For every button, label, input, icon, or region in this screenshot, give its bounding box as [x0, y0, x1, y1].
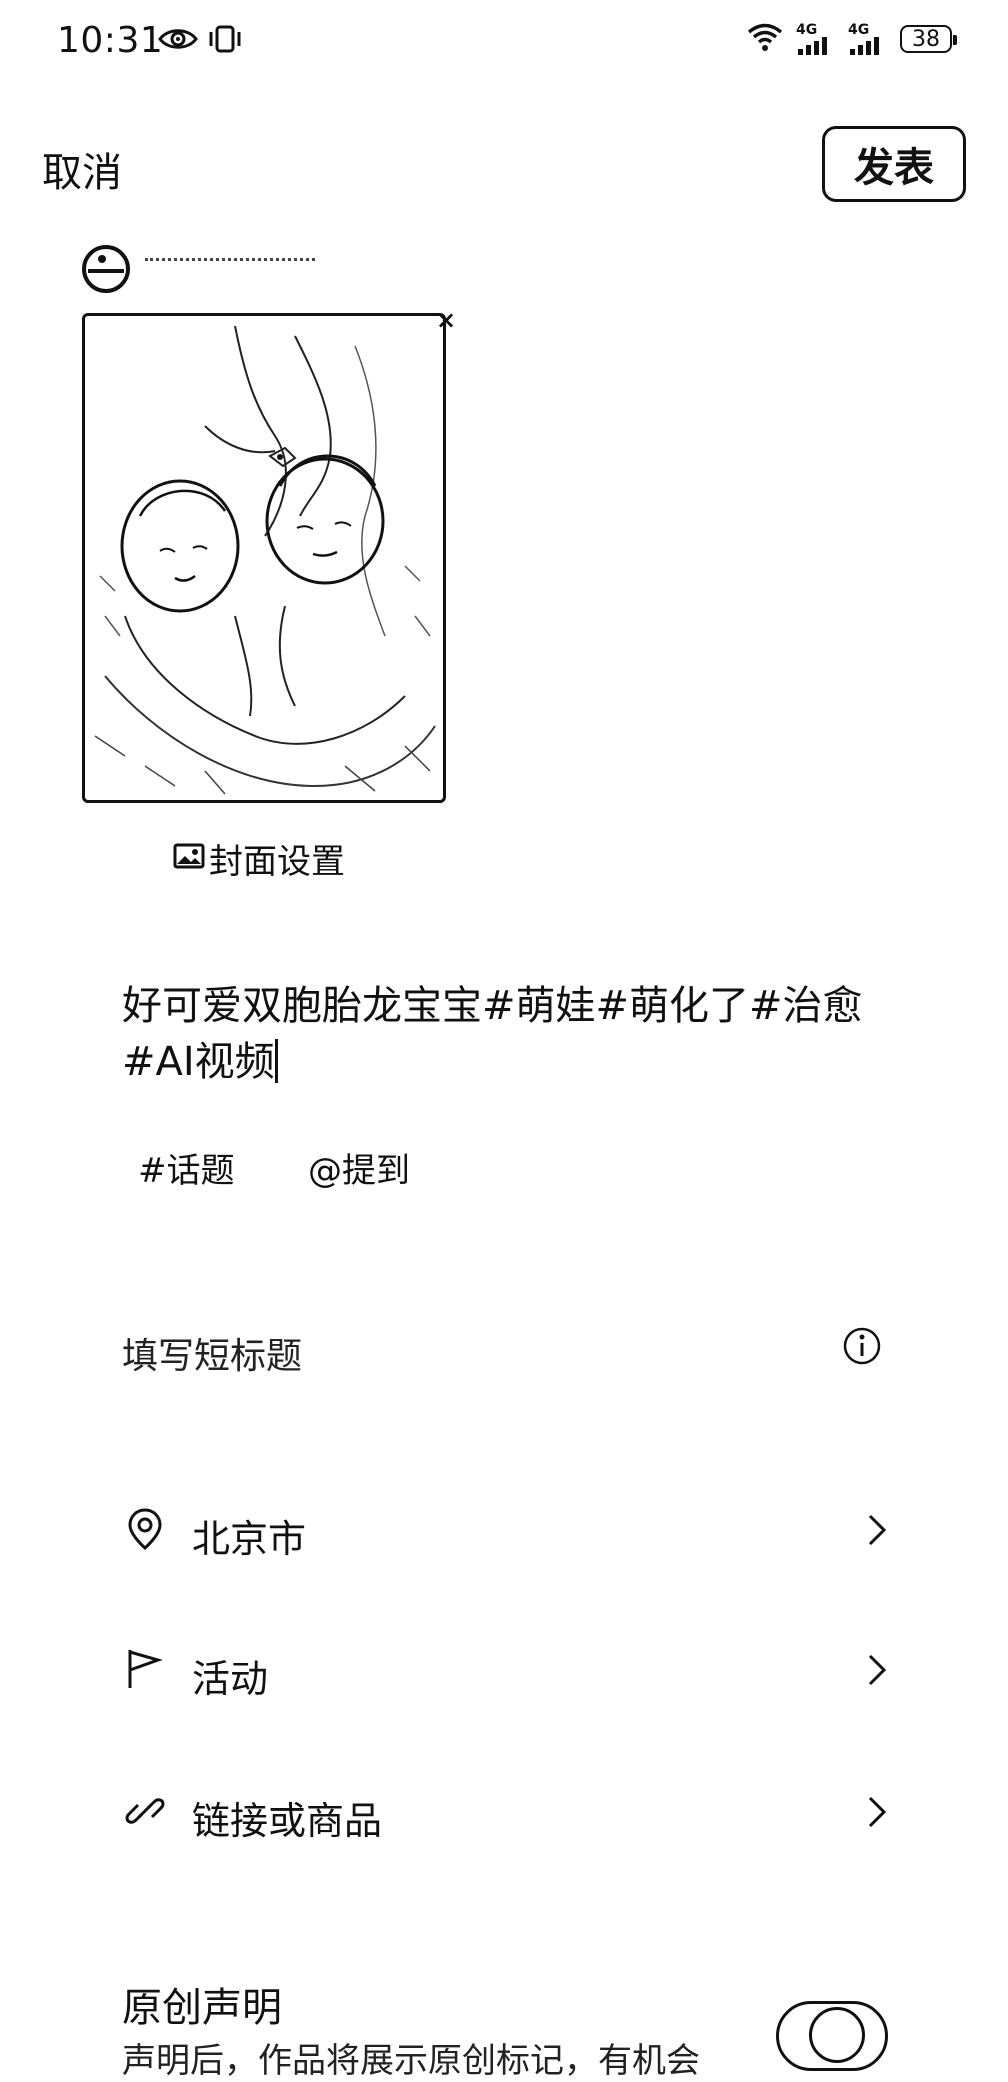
short-title-input[interactable]: 填写短标题 — [122, 1327, 302, 1379]
network-type-1: 4G — [796, 22, 818, 38]
thumbnail-illustration — [94, 325, 436, 795]
author-name-redacted — [145, 258, 315, 273]
video-thumbnail[interactable] — [82, 313, 446, 803]
chevron-right-icon — [866, 1652, 888, 1688]
signal-icon — [798, 37, 827, 55]
info-icon[interactable] — [842, 1326, 882, 1366]
publish-button[interactable]: 发表 — [822, 126, 966, 202]
original-statement-title: 原创声明 — [122, 1985, 282, 2031]
battery-level: 38 — [912, 26, 940, 52]
network-type-2: 4G — [848, 22, 870, 38]
wifi-icon — [746, 22, 784, 56]
text-cursor — [274, 1039, 278, 1083]
chevron-right-icon — [866, 1794, 888, 1830]
description-text: 好可爱双胞胎龙宝宝#萌娃#萌化了#治愈#AI视频 — [122, 983, 863, 1085]
battery-icon: 38 — [900, 25, 957, 53]
topic-button[interactable]: #话题 — [138, 1143, 235, 1192]
cover-setting-button[interactable]: 封面设置 — [173, 834, 345, 883]
status-right-icons: 4G 4G 38 — [746, 22, 957, 56]
vibrate-icon — [208, 24, 242, 58]
remove-media-button[interactable]: × — [436, 306, 456, 334]
eye-icon — [158, 26, 198, 56]
link-label: 链接或商品 — [192, 1799, 383, 1843]
signal-2: 4G — [848, 23, 888, 55]
location-row[interactable]: 北京市 — [0, 1490, 1008, 1570]
activity-row[interactable]: 活动 — [0, 1630, 1008, 1710]
link-row[interactable]: 链接或商品 — [0, 1772, 1008, 1852]
activity-label: 活动 — [192, 1657, 269, 1701]
status-left-icons — [158, 24, 242, 58]
cover-setting-label: 封面设置 — [209, 842, 345, 882]
cancel-button[interactable]: 取消 — [42, 140, 122, 198]
avatar — [80, 243, 132, 295]
signal-1: 4G — [796, 23, 836, 55]
location-label: 北京市 — [192, 1517, 307, 1561]
location-pin-icon — [122, 1506, 168, 1552]
link-icon — [122, 1788, 168, 1834]
description-input[interactable]: 好可爱双胞胎龙宝宝#萌娃#萌化了#治愈#AI视频 — [122, 978, 882, 1090]
original-statement-toggle[interactable] — [776, 2001, 888, 2071]
image-icon — [173, 839, 205, 879]
flag-icon — [122, 1646, 168, 1692]
chevron-right-icon — [866, 1512, 888, 1548]
signal-icon — [850, 37, 879, 55]
original-statement-description: 声明后，作品将展示原创标记，有机会 — [122, 2041, 700, 2081]
status-time: 10:31 — [57, 20, 164, 61]
mention-button[interactable]: @提到 — [308, 1143, 410, 1192]
